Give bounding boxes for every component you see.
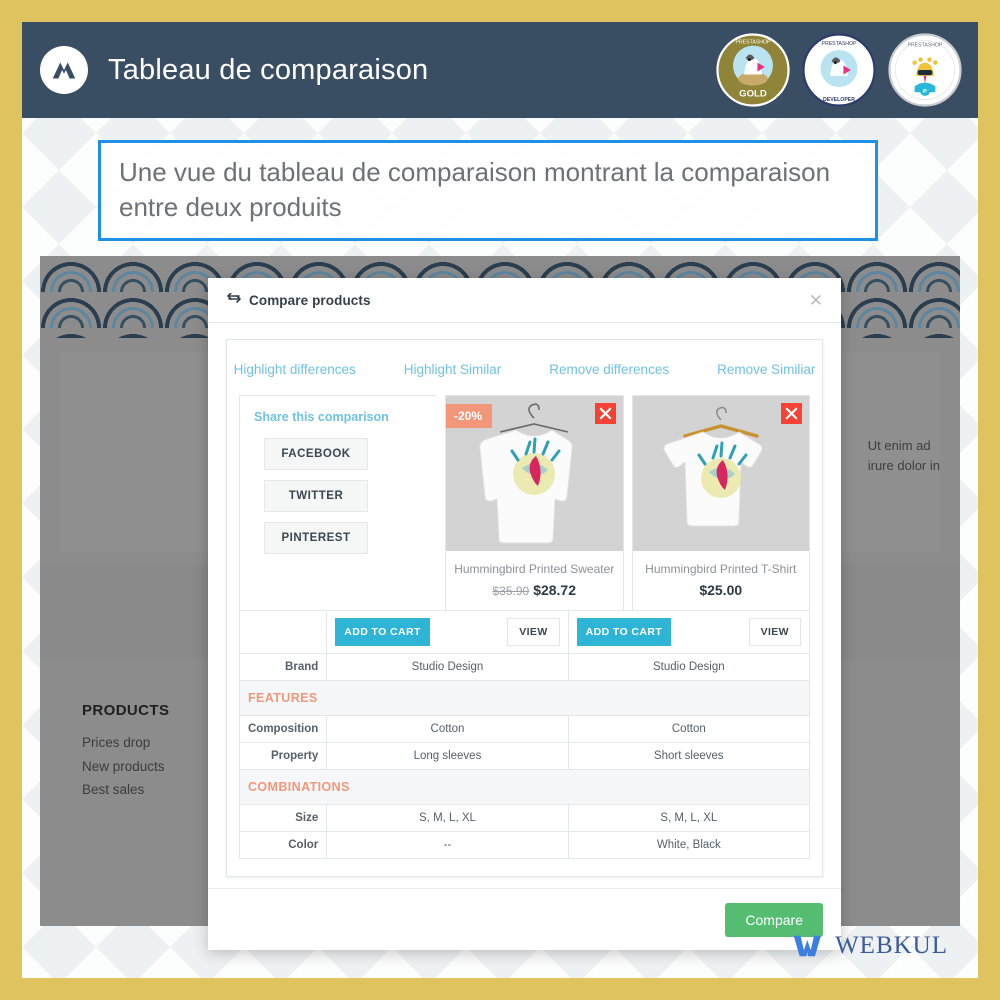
product-old-price: $35.90 xyxy=(492,584,530,599)
svg-text:GOLD: GOLD xyxy=(739,89,767,100)
row-value: Short sleeves xyxy=(567,742,811,771)
table-section-row: FEATURES xyxy=(239,680,810,717)
close-icon xyxy=(785,407,798,420)
product-image-wrap xyxy=(632,396,809,551)
table-section-row: COMBINATIONS xyxy=(239,769,810,806)
product-price: $35.90 $28.72 xyxy=(446,580,623,610)
row-value: Cotton xyxy=(326,715,569,744)
hero-text-right-line-2: irure dolor in xyxy=(867,458,940,474)
table-row: Size S, M, L, XL S, M, L, XL xyxy=(238,804,811,833)
product-price: $25.00 xyxy=(633,580,810,610)
svg-text:PRESTASHOP: PRESTASHOP xyxy=(736,39,772,45)
table-row: Composition Cotton Cotton xyxy=(238,715,811,744)
link-remove-differences[interactable]: Remove differences xyxy=(549,362,669,377)
row-label: Property xyxy=(238,742,328,771)
svg-text:PRESTASHOP: PRESTASHOP xyxy=(908,42,944,48)
row-value: Studio Design xyxy=(326,653,569,682)
row-label: Size xyxy=(238,804,328,833)
actions-cell: ADD TO CART VIEW xyxy=(326,610,569,655)
exchange-arrows-icon xyxy=(227,293,241,303)
modal-footer: Compare xyxy=(208,888,841,950)
row-value: S, M, L, XL xyxy=(326,804,569,833)
comparison-top-row: Share this comparison FACEBOOK TWITTER P… xyxy=(239,395,810,612)
modal-body: Highlight differences Highlight Similar … xyxy=(208,323,841,888)
filter-links: Highlight differences Highlight Similar … xyxy=(227,340,822,395)
link-highlight-differences[interactable]: Highlight differences xyxy=(234,362,356,377)
row-label: Composition xyxy=(238,715,328,744)
actions-cell: ADD TO CART VIEW xyxy=(567,610,811,655)
row-value: -- xyxy=(326,831,569,860)
svg-text:P: P xyxy=(923,89,927,95)
webkul-brand: WEBKUL xyxy=(792,932,948,960)
product-image-wrap: -20% xyxy=(446,396,623,551)
link-highlight-similar[interactable]: Highlight Similar xyxy=(404,362,502,377)
table-row: Property Long sleeves Short sleeves xyxy=(238,742,811,771)
section-label: COMBINATIONS xyxy=(239,769,810,806)
row-value: Studio Design xyxy=(567,653,811,682)
share-comparison-box: Share this comparison FACEBOOK TWITTER P… xyxy=(239,395,437,612)
comparison-grid: Share this comparison FACEBOOK TWITTER P… xyxy=(227,395,822,869)
product-cards: -20% Hummingbird Printed Sweater $35.90 … xyxy=(437,395,810,612)
table-row-actions: ADD TO CART VIEW ADD TO CART VIEW xyxy=(238,610,811,655)
modal-title: Compare products xyxy=(249,292,371,308)
webkul-wordmark: WEBKUL xyxy=(835,932,948,959)
product-card: -20% Hummingbird Printed Sweater $35.90 … xyxy=(445,395,624,612)
modal-header: Compare products ✕ xyxy=(208,278,841,323)
partner-badges: GOLD PRESTASHOP PRESTASHOP DEVELOPER P P… xyxy=(716,33,962,107)
section-label: FEATURES xyxy=(239,680,810,717)
share-facebook-button[interactable]: FACEBOOK xyxy=(264,438,368,470)
remove-product-button[interactable] xyxy=(781,403,802,424)
row-value: Long sleeves xyxy=(326,742,569,771)
discount-badge: -20% xyxy=(446,404,493,428)
hero-text-right: Ut enim ad irure dolor in xyxy=(868,436,940,476)
row-label: Color xyxy=(238,831,328,860)
description-callout: Une vue du tableau de comparaison montra… xyxy=(98,140,878,242)
product-name[interactable]: Hummingbird Printed Sweater xyxy=(446,551,623,580)
product-current-price: $28.72 xyxy=(533,582,577,599)
product-card: Hummingbird Printed T-Shirt $25.00 xyxy=(631,395,810,612)
share-twitter-button[interactable]: TWITTER xyxy=(264,480,368,512)
actions-label-cell xyxy=(238,610,328,655)
share-pinterest-button[interactable]: PINTEREST xyxy=(264,522,368,554)
page-title: Tableau de comparaison xyxy=(108,53,429,86)
row-value: Cotton xyxy=(567,715,811,744)
add-to-cart-button[interactable]: ADD TO CART xyxy=(576,618,672,647)
description-text: Une vue du tableau de comparaison montra… xyxy=(119,157,831,222)
row-value: White, Black xyxy=(567,831,811,860)
table-row: Brand Studio Design Studio Design xyxy=(238,653,811,682)
svg-text:PRESTASHOP: PRESTASHOP xyxy=(822,41,858,47)
hero-text-right-line-1: Ut enim ad xyxy=(867,438,931,453)
table-row: Color -- White, Black xyxy=(238,831,811,860)
product-current-price: $25.00 xyxy=(699,582,743,599)
row-label: Brand xyxy=(238,653,328,682)
svg-text:DEVELOPER: DEVELOPER xyxy=(823,97,855,103)
share-title: Share this comparison xyxy=(254,410,389,424)
row-value: S, M, L, XL xyxy=(567,804,811,833)
close-icon xyxy=(599,407,611,420)
add-to-cart-button[interactable]: ADD TO CART xyxy=(335,618,430,647)
close-icon[interactable]: ✕ xyxy=(807,288,825,313)
webkul-w-icon xyxy=(793,935,821,957)
app-header: Tableau de comparaison GOLD PRESTASHOP P… xyxy=(22,22,978,118)
page-frame: Tableau de comparaison GOLD PRESTASHOP P… xyxy=(22,22,978,978)
webkul-mark-icon xyxy=(40,46,88,94)
product-name[interactable]: Hummingbird Printed T-Shirt xyxy=(633,551,810,580)
view-product-button[interactable]: VIEW xyxy=(507,618,560,647)
prestashop-super-hero-seller-badge: P PRESTASHOP xyxy=(888,33,962,107)
link-remove-similiar[interactable]: Remove Similiar xyxy=(717,362,815,377)
prestashop-partner-module-developer-badge: PRESTASHOP DEVELOPER xyxy=(802,33,876,107)
view-product-button[interactable]: VIEW xyxy=(748,618,801,647)
prestashop-partner-gold-badge: GOLD PRESTASHOP xyxy=(716,33,790,107)
compare-products-modal: Compare products ✕ Highlight differences… xyxy=(208,278,841,950)
comparison-table: ADD TO CART VIEW ADD TO CART VIEW Brand … xyxy=(238,610,811,860)
compare-panel: Highlight differences Highlight Similar … xyxy=(226,339,823,877)
remove-product-button[interactable] xyxy=(594,403,616,424)
product-image-tshirt xyxy=(663,406,763,527)
